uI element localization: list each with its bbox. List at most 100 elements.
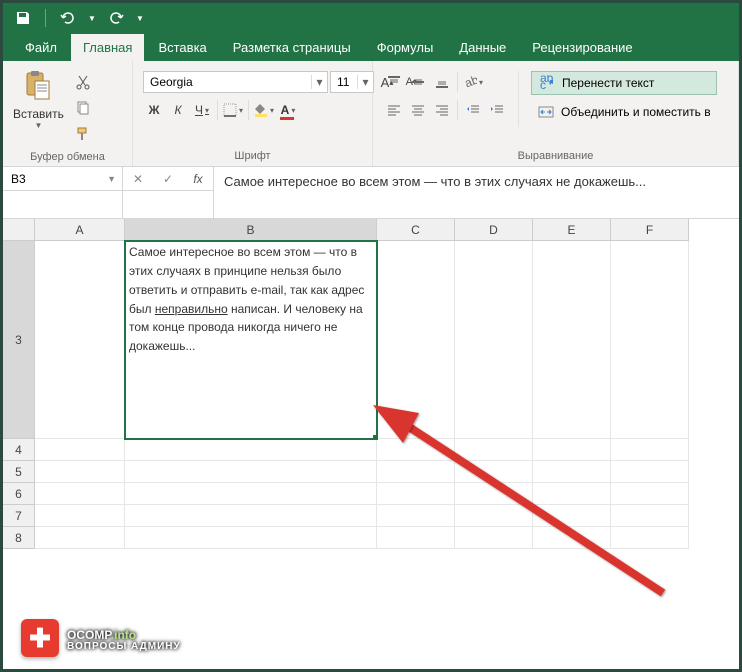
row-header[interactable]: 3 bbox=[3, 241, 35, 439]
font-size-input[interactable] bbox=[331, 75, 357, 89]
cell[interactable] bbox=[533, 461, 611, 483]
align-top-icon[interactable] bbox=[383, 71, 405, 93]
orientation-icon[interactable]: ab▾ bbox=[462, 71, 484, 93]
cell[interactable] bbox=[533, 505, 611, 527]
font-size-combo[interactable]: ▾ bbox=[330, 71, 374, 93]
enter-formula-icon[interactable]: ✓ bbox=[153, 167, 183, 191]
column-header[interactable]: E bbox=[533, 219, 611, 241]
cell[interactable] bbox=[125, 483, 377, 505]
row-header[interactable]: 8 bbox=[3, 527, 35, 549]
cell[interactable] bbox=[35, 505, 125, 527]
cell[interactable] bbox=[533, 527, 611, 549]
cell[interactable] bbox=[533, 483, 611, 505]
cell[interactable] bbox=[377, 461, 455, 483]
tab-home[interactable]: Главная bbox=[71, 34, 144, 61]
cell[interactable] bbox=[611, 483, 689, 505]
cell[interactable] bbox=[377, 527, 455, 549]
cell[interactable] bbox=[125, 461, 377, 483]
qat-customize-icon[interactable]: ▼ bbox=[134, 6, 146, 30]
font-name-input[interactable] bbox=[144, 75, 311, 89]
column-header[interactable]: C bbox=[377, 219, 455, 241]
cell[interactable] bbox=[455, 439, 533, 461]
cell[interactable] bbox=[35, 439, 125, 461]
cell[interactable] bbox=[611, 439, 689, 461]
cell[interactable] bbox=[125, 505, 377, 527]
align-center-icon[interactable] bbox=[407, 99, 429, 121]
tab-data[interactable]: Данные bbox=[447, 34, 518, 61]
cell[interactable] bbox=[611, 241, 689, 439]
align-bottom-icon[interactable] bbox=[431, 71, 453, 93]
align-left-icon[interactable] bbox=[383, 99, 405, 121]
redo-icon[interactable] bbox=[104, 6, 128, 30]
column-header[interactable]: B bbox=[125, 219, 377, 241]
name-box[interactable]: ▼ bbox=[3, 167, 123, 218]
cell[interactable] bbox=[377, 241, 455, 439]
italic-button[interactable]: К bbox=[167, 99, 189, 121]
ribbon-tabs: Файл Главная Вставка Разметка страницы Ф… bbox=[3, 33, 739, 61]
align-right-icon[interactable] bbox=[431, 99, 453, 121]
row-header[interactable]: 7 bbox=[3, 505, 35, 527]
cell[interactable] bbox=[611, 505, 689, 527]
fill-handle[interactable] bbox=[373, 435, 377, 439]
tab-insert[interactable]: Вставка bbox=[146, 34, 218, 61]
chevron-down-icon[interactable]: ▾ bbox=[357, 75, 373, 89]
format-painter-icon[interactable] bbox=[72, 123, 94, 145]
cell[interactable] bbox=[611, 527, 689, 549]
copy-icon[interactable] bbox=[72, 97, 94, 119]
undo-dropdown-icon[interactable]: ▼ bbox=[86, 6, 98, 30]
align-middle-icon[interactable] bbox=[407, 71, 429, 93]
cell[interactable] bbox=[377, 483, 455, 505]
merge-cells-icon bbox=[537, 103, 555, 121]
cell[interactable]: Самое интересное во всем этом — что в эт… bbox=[125, 241, 377, 439]
cancel-formula-icon[interactable]: ✕ bbox=[123, 167, 153, 191]
column-header[interactable]: D bbox=[455, 219, 533, 241]
watermark-sub: ВОПРОСЫ АДМИНУ bbox=[67, 642, 181, 652]
paste-button[interactable]: Вставить ▼ bbox=[9, 65, 68, 132]
increase-indent-icon[interactable] bbox=[486, 99, 508, 121]
cell[interactable] bbox=[35, 461, 125, 483]
cell[interactable] bbox=[455, 527, 533, 549]
chevron-down-icon[interactable]: ▼ bbox=[101, 174, 122, 184]
cell[interactable] bbox=[125, 439, 377, 461]
underline-button[interactable]: Ч▾ bbox=[191, 99, 213, 121]
cell[interactable] bbox=[35, 527, 125, 549]
tab-formulas[interactable]: Формулы bbox=[365, 34, 446, 61]
cell[interactable] bbox=[377, 439, 455, 461]
tab-review[interactable]: Рецензирование bbox=[520, 34, 644, 61]
formula-bar[interactable]: Самое интересное во всем этом — что в эт… bbox=[214, 167, 739, 218]
row-header[interactable]: 6 bbox=[3, 483, 35, 505]
column-header[interactable]: F bbox=[611, 219, 689, 241]
bold-button[interactable]: Ж bbox=[143, 99, 165, 121]
undo-icon[interactable] bbox=[56, 6, 80, 30]
cell[interactable] bbox=[533, 241, 611, 439]
cell[interactable] bbox=[455, 241, 533, 439]
font-color-icon[interactable]: A▾ bbox=[277, 99, 299, 121]
cell[interactable] bbox=[455, 461, 533, 483]
cell[interactable] bbox=[455, 505, 533, 527]
row-header[interactable]: 4 bbox=[3, 439, 35, 461]
cell[interactable] bbox=[533, 439, 611, 461]
chevron-down-icon[interactable]: ▾ bbox=[311, 75, 327, 89]
merge-center-button[interactable]: Объединить и поместить в bbox=[531, 101, 717, 123]
wrap-text-button[interactable]: abc Перенести текст bbox=[531, 71, 717, 95]
name-box-input[interactable] bbox=[3, 172, 101, 186]
spreadsheet-grid[interactable]: 345678 ABCDEF Самое интересное во всем э… bbox=[3, 219, 739, 599]
cell[interactable] bbox=[377, 505, 455, 527]
cell[interactable] bbox=[455, 483, 533, 505]
cell[interactable] bbox=[611, 461, 689, 483]
decrease-indent-icon[interactable] bbox=[462, 99, 484, 121]
cell[interactable] bbox=[35, 483, 125, 505]
font-name-combo[interactable]: ▾ bbox=[143, 71, 328, 93]
cell[interactable] bbox=[125, 527, 377, 549]
cut-icon[interactable] bbox=[72, 71, 94, 93]
row-header[interactable]: 5 bbox=[3, 461, 35, 483]
select-all-corner[interactable] bbox=[3, 219, 35, 241]
fill-color-icon[interactable]: ▾ bbox=[253, 99, 275, 121]
save-icon[interactable] bbox=[11, 6, 35, 30]
tab-page-layout[interactable]: Разметка страницы bbox=[221, 34, 363, 61]
borders-icon[interactable]: ▾ bbox=[222, 99, 244, 121]
tab-file[interactable]: Файл bbox=[13, 34, 69, 61]
column-header[interactable]: A bbox=[35, 219, 125, 241]
cell[interactable] bbox=[35, 241, 125, 439]
fx-icon[interactable]: fx bbox=[183, 167, 213, 191]
